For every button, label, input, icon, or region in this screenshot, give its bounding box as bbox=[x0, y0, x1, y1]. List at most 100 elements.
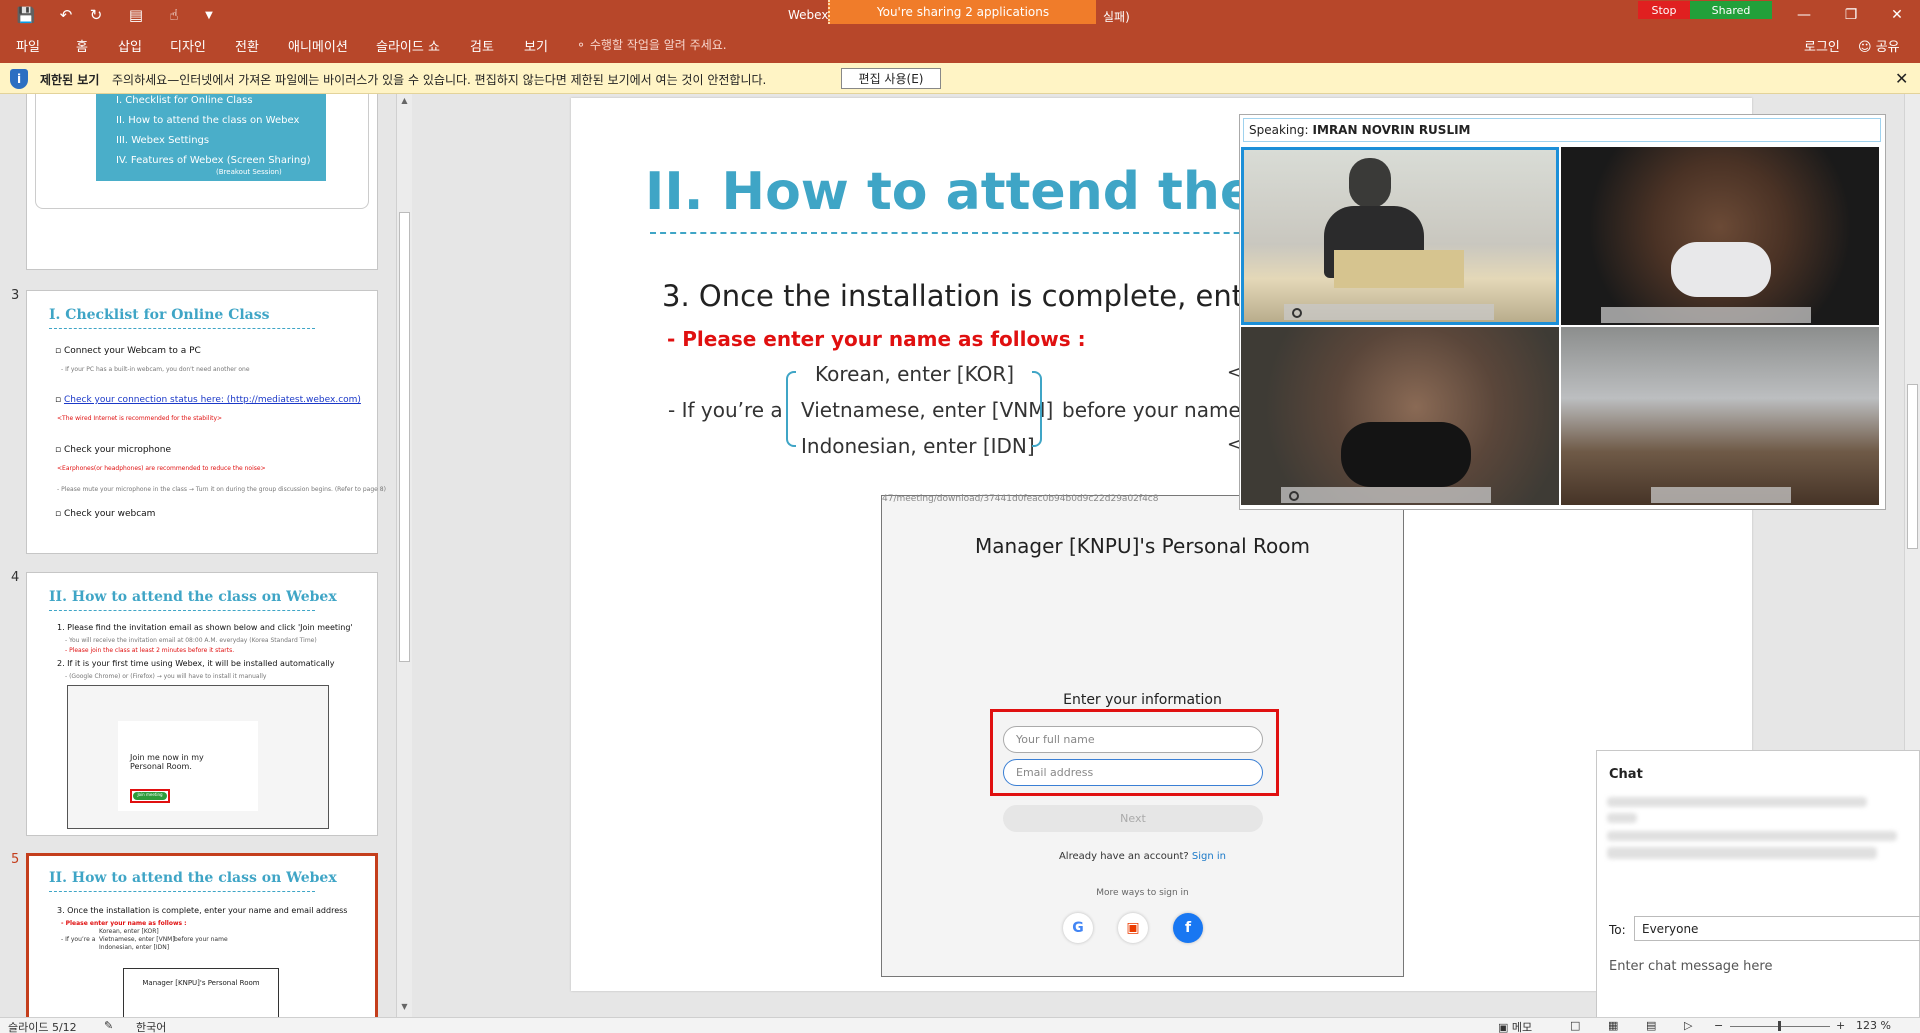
thumb-note: before your name bbox=[174, 936, 228, 943]
tab-transitions[interactable]: 전환 bbox=[235, 36, 259, 55]
thumb-item: 1. Please find the invitation email as s… bbox=[57, 623, 353, 632]
video-tile[interactable] bbox=[1561, 327, 1879, 505]
thumb-item: 3. Once the installation is complete, en… bbox=[57, 906, 348, 915]
zoom-slider[interactable] bbox=[1730, 1021, 1830, 1031]
scroll-down-icon[interactable]: ▼ bbox=[399, 1002, 410, 1011]
chat-recipient-select[interactable]: Everyone bbox=[1634, 916, 1920, 941]
full-name-field: Your full name bbox=[1003, 726, 1263, 753]
slideshow-icon[interactable]: ▷ bbox=[1684, 1019, 1692, 1032]
slide-thumbnail-5[interactable]: II. How to attend the class on Webex 3. … bbox=[26, 853, 378, 1017]
window-title: Webex bbox=[788, 8, 829, 22]
tab-view[interactable]: 보기 bbox=[524, 36, 548, 55]
thumb-item: ▫ Check your microphone bbox=[55, 445, 172, 455]
zoom-level[interactable]: 123 % bbox=[1856, 1019, 1891, 1032]
scroll-up-icon[interactable]: ▲ bbox=[399, 96, 410, 105]
present-icon[interactable]: ▤ bbox=[122, 4, 150, 26]
normal-view-icon[interactable]: □ bbox=[1570, 1019, 1580, 1032]
video-tile[interactable] bbox=[1561, 147, 1879, 325]
google-icon: G bbox=[1063, 913, 1093, 943]
spellcheck-icon[interactable]: ✎ bbox=[104, 1019, 113, 1032]
chat-panel: Chat To: Everyone Enter chat message her… bbox=[1596, 750, 1920, 1033]
toc-frame: I. Checklist for Online Class II. How to… bbox=[35, 94, 369, 209]
close-icon[interactable]: ✕ bbox=[1878, 3, 1916, 27]
title-underline bbox=[49, 328, 315, 329]
tell-me-search[interactable]: ⚬ 수행할 작업을 알려 주세요. bbox=[576, 36, 727, 53]
save-icon[interactable]: 💾 bbox=[12, 4, 40, 26]
slide-thumbnail-3[interactable]: I. Checklist for Online Class ▫ Connect … bbox=[26, 290, 386, 554]
chat-to-label: To: bbox=[1609, 923, 1626, 937]
shield-icon: i bbox=[10, 69, 28, 89]
office-icon: ▣ bbox=[1118, 913, 1148, 943]
webex-video-panel: Speaking: IMRAN NOVRIN RUSLIM bbox=[1239, 114, 1886, 510]
sharing-banner[interactable]: You're sharing 2 applications bbox=[828, 0, 1096, 24]
slide-before-name: before your name bbox=[1062, 398, 1241, 422]
reading-view-icon[interactable]: ▤ bbox=[1646, 1019, 1656, 1032]
video-tile[interactable] bbox=[1241, 327, 1559, 505]
participant-name-bar bbox=[1281, 487, 1491, 503]
thumb-note: Vietnamese, enter [VNM] bbox=[99, 936, 175, 943]
toc-item: II. How to attend the class on Webex bbox=[116, 115, 300, 126]
tab-file[interactable]: 파일 bbox=[16, 36, 40, 55]
participant-figure bbox=[1349, 158, 1391, 208]
window-title-suffix: 실패) bbox=[1103, 10, 1130, 24]
login-link[interactable]: 로그인 bbox=[1804, 36, 1840, 55]
thumb-note: - You will receive the invitation email … bbox=[65, 637, 317, 644]
scrollbar-thumb[interactable] bbox=[399, 212, 410, 662]
chat-message bbox=[1607, 831, 1897, 841]
minimize-icon[interactable]: — bbox=[1785, 3, 1823, 27]
zoom-slider-handle[interactable] bbox=[1778, 1021, 1781, 1031]
video-tile[interactable] bbox=[1241, 147, 1559, 325]
title-underline bbox=[49, 610, 315, 611]
zoom-in-icon[interactable]: + bbox=[1836, 1019, 1845, 1032]
tab-animations[interactable]: 애니메이션 bbox=[288, 36, 348, 55]
thumb-note: - Please enter your name as follows : bbox=[61, 920, 187, 927]
participant-name-bar bbox=[1601, 307, 1811, 323]
enter-info-label: Enter your information bbox=[1063, 692, 1222, 708]
status-bar: 슬라이드 5/12 ✎ 한국어 ▣ 메모 □ ▦ ▤ ▷ − + 123 % bbox=[0, 1017, 1920, 1033]
tab-design[interactable]: 디자인 bbox=[170, 36, 206, 55]
slide-thumbnail-2[interactable]: I. Checklist for Online Class II. How to… bbox=[26, 94, 378, 270]
thumb-item: ▫ Check your connection status here: (ht… bbox=[55, 395, 361, 405]
redo-icon[interactable]: ↻ bbox=[82, 4, 110, 26]
thumb-item: 2. If it is your first time using Webex,… bbox=[57, 659, 335, 668]
chat-message-input[interactable]: Enter chat message here bbox=[1609, 959, 1772, 974]
slide-thumbnail-4[interactable]: II. How to attend the class on Webex 1. … bbox=[26, 572, 378, 836]
slide-red-note: - Please enter your name as follows : bbox=[667, 327, 1086, 351]
thumb-item: ▫ Connect your Webcam to a PC bbox=[55, 346, 201, 356]
option-korean: Korean, enter [KOR] bbox=[815, 362, 1015, 386]
main-scrollbar-thumb[interactable] bbox=[1907, 384, 1918, 549]
webex-join-screenshot: 47/meeting/download/37441d0feac0b94b0d9c… bbox=[881, 494, 1404, 977]
tab-home[interactable]: 홈 bbox=[76, 36, 88, 55]
room-preview: Manager [KNPU]'s Personal Room bbox=[123, 968, 279, 1017]
enable-editing-button[interactable]: 편집 사용(E) bbox=[841, 68, 941, 89]
title-bar: 💾 ↶ ↻ ▤ ☝ ▼ Webex You're sharing 2 appli… bbox=[0, 0, 1920, 30]
zoom-out-icon[interactable]: − bbox=[1714, 1019, 1723, 1032]
slide-number: 5 bbox=[11, 852, 20, 867]
notes-button[interactable]: ▣ 메모 bbox=[1498, 1019, 1532, 1033]
sign-in-link: Sign in bbox=[1191, 851, 1227, 862]
tab-review[interactable]: 검토 bbox=[470, 36, 494, 55]
share-button[interactable]: ☺ 공유 bbox=[1858, 36, 1900, 55]
email-highlight: Join meeting bbox=[130, 789, 170, 803]
tab-slideshow[interactable]: 슬라이드 쇼 bbox=[376, 36, 440, 55]
thumb-note: Korean, enter [KOR] bbox=[99, 928, 159, 935]
language-indicator[interactable]: 한국어 bbox=[136, 1019, 166, 1033]
thumb-note: <The wired Internet is recommended for t… bbox=[57, 415, 223, 422]
email-field: Email address bbox=[1003, 759, 1263, 786]
room-title: Manager [KNPU]'s Personal Room bbox=[974, 534, 1310, 558]
title-underline bbox=[49, 891, 315, 892]
customize-qat-icon[interactable]: ▼ bbox=[195, 4, 223, 26]
undo-icon[interactable]: ↶ bbox=[52, 4, 80, 26]
thumb-note: - (Google Chrome) or (Firefox) → you wil… bbox=[65, 673, 267, 680]
microphone-icon bbox=[1292, 308, 1302, 318]
toc-item: IV. Features of Webex (Screen Sharing) bbox=[116, 155, 311, 166]
restore-icon[interactable]: ❐ bbox=[1832, 3, 1870, 27]
stop-sharing-button[interactable]: Stop bbox=[1638, 1, 1690, 19]
shared-button[interactable]: Shared bbox=[1690, 1, 1772, 19]
slide-sorter-icon[interactable]: ▦ bbox=[1608, 1019, 1618, 1032]
tab-insert[interactable]: 삽입 bbox=[118, 36, 142, 55]
option-vietnamese: Vietnamese, enter [VNM] bbox=[801, 398, 1054, 422]
thumbnails-scrollbar[interactable]: ▲ ▼ bbox=[396, 94, 412, 1017]
close-bar-icon[interactable]: ✕ bbox=[1895, 69, 1908, 88]
touch-mode-icon[interactable]: ☝ bbox=[160, 4, 188, 26]
